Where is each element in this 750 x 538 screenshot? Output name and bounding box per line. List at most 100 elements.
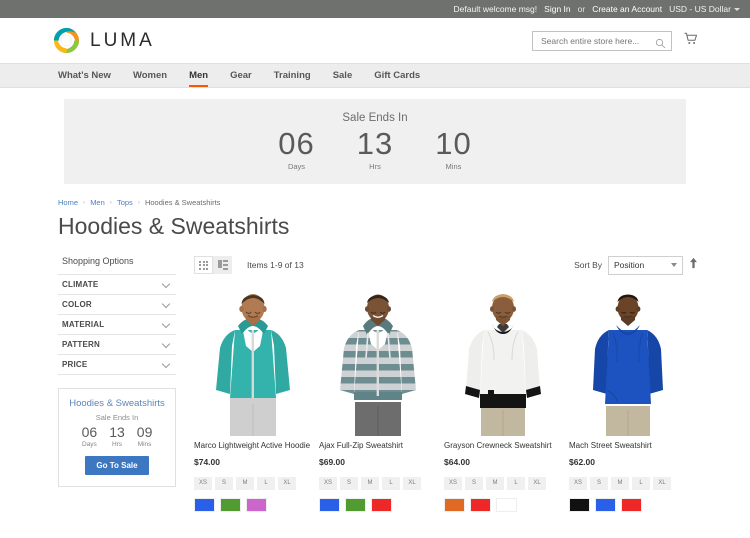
color-swatch[interactable] — [496, 497, 517, 512]
chevron-down-icon — [163, 301, 170, 308]
page-title: Hoodies & Sweatshirts — [58, 213, 290, 239]
filter-price[interactable]: PRICE — [58, 355, 176, 375]
color-options — [319, 497, 444, 512]
product-image[interactable] — [319, 286, 437, 436]
go-to-sale-button[interactable]: Go To Sale — [85, 456, 149, 476]
product-card[interactable]: Marco Lightweight Active Hoodie $74.00 X… — [194, 286, 319, 512]
search-input[interactable] — [539, 34, 657, 47]
size-option-xl[interactable]: XL — [653, 476, 671, 490]
main-navigation: What's New Women Men Gear Training Sale … — [0, 63, 750, 88]
nav-item-gear[interactable]: Gear — [219, 64, 263, 87]
filter-climate[interactable]: CLIMATE — [58, 275, 176, 295]
color-swatch[interactable] — [220, 497, 241, 512]
nav-item-gift-cards[interactable]: Gift Cards — [363, 64, 431, 87]
size-option-s[interactable]: S — [465, 476, 483, 490]
item-count: Items 1-9 of 13 — [247, 260, 304, 270]
size-option-xs[interactable]: XS — [444, 476, 462, 490]
size-option-xl[interactable]: XL — [528, 476, 546, 490]
product-image[interactable] — [444, 286, 562, 436]
size-option-xs[interactable]: XS — [319, 476, 337, 490]
sort-ascending-icon[interactable] — [689, 256, 698, 274]
sale-card-mins-label: Mins — [137, 441, 152, 449]
product-card[interactable]: Mach Street Sweatshirt $62.00 XS S M L X… — [569, 286, 694, 512]
shopping-options-heading: Shopping Options — [62, 256, 134, 266]
sale-card-hours-label: Hrs — [111, 441, 123, 449]
product-image[interactable] — [194, 286, 312, 436]
countdown-mins-value: 10 — [435, 125, 472, 161]
size-option-l[interactable]: L — [382, 476, 400, 490]
main-area: Shopping Options CLIMATE COLOR MATERIAL … — [0, 254, 750, 512]
size-options: XS S M L XL — [444, 476, 569, 490]
size-option-m[interactable]: M — [486, 476, 504, 490]
sale-card-days-value: 06 — [81, 424, 98, 440]
product-name[interactable]: Grayson Crewneck Sweatshirt — [444, 441, 569, 451]
size-option-s[interactable]: S — [590, 476, 608, 490]
sign-in-link[interactable]: Sign In — [544, 4, 570, 14]
size-option-s[interactable]: S — [215, 476, 233, 490]
size-option-m[interactable]: M — [611, 476, 629, 490]
size-option-m[interactable]: M — [361, 476, 379, 490]
nav-item-training[interactable]: Training — [263, 64, 322, 87]
size-option-xl[interactable]: XL — [278, 476, 296, 490]
size-option-l[interactable]: L — [507, 476, 525, 490]
nav-item-women[interactable]: Women — [122, 64, 178, 87]
breadcrumb-item-tops[interactable]: Tops — [117, 198, 133, 207]
sort-select[interactable]: Position — [608, 255, 683, 275]
size-option-l[interactable]: L — [257, 476, 275, 490]
search-box[interactable] — [532, 30, 672, 54]
breadcrumb-divider: › — [137, 199, 140, 206]
cart-icon[interactable] — [683, 31, 698, 51]
site-header: LUMA — [0, 18, 750, 63]
product-name[interactable]: Marco Lightweight Active Hoodie — [194, 441, 319, 451]
size-option-xl[interactable]: XL — [403, 476, 421, 490]
sort-controls: Sort By Position — [574, 255, 698, 275]
color-swatch[interactable] — [194, 497, 215, 512]
countdown-hours: 13 Hrs — [357, 127, 393, 171]
color-swatch[interactable] — [444, 497, 465, 512]
size-option-m[interactable]: M — [236, 476, 254, 490]
create-account-link[interactable]: Create an Account — [592, 4, 662, 14]
size-option-xs[interactable]: XS — [569, 476, 587, 490]
size-option-xs[interactable]: XS — [194, 476, 212, 490]
color-swatch[interactable] — [319, 497, 340, 512]
color-swatch[interactable] — [470, 497, 491, 512]
product-card[interactable]: Ajax Full-Zip Sweatshirt $69.00 XS S M L… — [319, 286, 444, 512]
filter-color[interactable]: COLOR — [58, 295, 176, 315]
size-option-l[interactable]: L — [632, 476, 650, 490]
filter-material[interactable]: MATERIAL — [58, 315, 176, 335]
color-swatch[interactable] — [569, 497, 590, 512]
countdown-mins-label: Mins — [445, 162, 462, 172]
nav-label: What's New — [58, 70, 111, 81]
or-text: or — [577, 4, 586, 14]
nav-item-men[interactable]: Men — [178, 64, 219, 87]
chevron-down-icon — [163, 361, 170, 368]
product-price: $69.00 — [319, 456, 345, 467]
list-view-icon[interactable] — [213, 256, 232, 274]
product-name[interactable]: Mach Street Sweatshirt — [569, 441, 694, 451]
color-swatch[interactable] — [621, 497, 642, 512]
color-swatch[interactable] — [371, 497, 392, 512]
color-swatch[interactable] — [595, 497, 616, 512]
sort-select-value: Position — [614, 260, 645, 270]
filter-pattern[interactable]: PATTERN — [58, 335, 176, 355]
product-price: $62.00 — [569, 456, 595, 467]
product-card[interactable]: Grayson Crewneck Sweatshirt $64.00 XS S … — [444, 286, 569, 512]
nav-item-whats-new[interactable]: What's New — [52, 64, 122, 87]
search-icon[interactable] — [655, 36, 666, 54]
product-image[interactable] — [569, 286, 687, 436]
size-option-s[interactable]: S — [340, 476, 358, 490]
nav-item-sale[interactable]: Sale — [322, 64, 364, 87]
currency-switcher[interactable]: USD - US Dollar — [669, 4, 740, 14]
sale-card-days-label: Days — [82, 441, 97, 449]
breadcrumb-item-home[interactable]: Home — [58, 198, 78, 207]
view-mode-switcher — [194, 256, 232, 274]
sale-card-mins-value: 09 — [136, 424, 153, 440]
color-swatch[interactable] — [246, 497, 267, 512]
product-name[interactable]: Ajax Full-Zip Sweatshirt — [319, 441, 444, 451]
breadcrumb-item-men[interactable]: Men — [90, 198, 105, 207]
logo[interactable]: LUMA — [52, 26, 155, 55]
color-swatch[interactable] — [345, 497, 366, 512]
countdown-days-value: 06 — [278, 125, 315, 161]
storefront-page: Default welcome msg! Sign In or Create a… — [0, 0, 750, 538]
grid-view-icon[interactable] — [194, 256, 213, 274]
